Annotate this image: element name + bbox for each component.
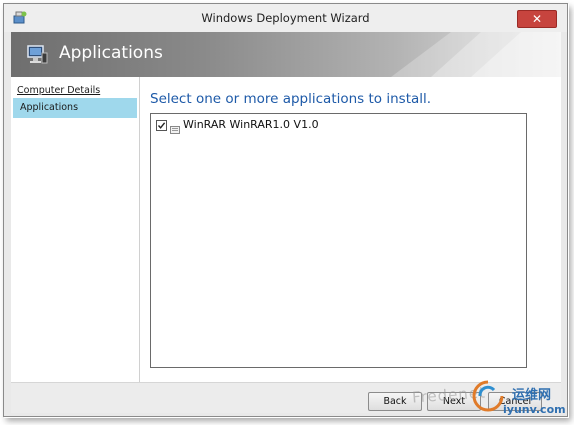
wizard-sidebar: Computer Details Applications (11, 77, 140, 382)
close-button[interactable]: ✕ (517, 10, 557, 28)
checkmark-icon (157, 122, 166, 129)
computer-icon (25, 43, 49, 67)
application-label: WinRAR WinRAR1.0 V1.0 (183, 118, 319, 131)
application-list[interactable]: WinRAR WinRAR1.0 V1.0 (150, 113, 527, 368)
wizard-window: Windows Deployment Wizard ✕ Applications… (3, 3, 568, 417)
close-icon: ✕ (531, 12, 543, 26)
sidebar-item-applications[interactable]: Applications (13, 98, 137, 118)
watermark-logo-icon (470, 378, 506, 418)
sidebar-item-computer-details[interactable]: Computer Details (17, 85, 100, 96)
watermark-brand-cn: 运维网 (512, 388, 552, 403)
watermark-brand-domain: iyunv.com (503, 403, 566, 416)
window-title: Windows Deployment Wizard (201, 11, 370, 25)
main-content: Select one or more applications to insta… (140, 77, 561, 382)
page-banner: Applications (11, 32, 561, 77)
application-checkbox[interactable] (156, 120, 167, 131)
package-icon (170, 120, 180, 134)
sidebar-item-label: Applications (20, 102, 79, 113)
page-title: Applications (59, 43, 163, 63)
instruction-heading: Select one or more applications to insta… (150, 91, 432, 107)
title-bar: Windows Deployment Wizard ✕ (4, 4, 567, 32)
banner-decoration (391, 32, 561, 77)
